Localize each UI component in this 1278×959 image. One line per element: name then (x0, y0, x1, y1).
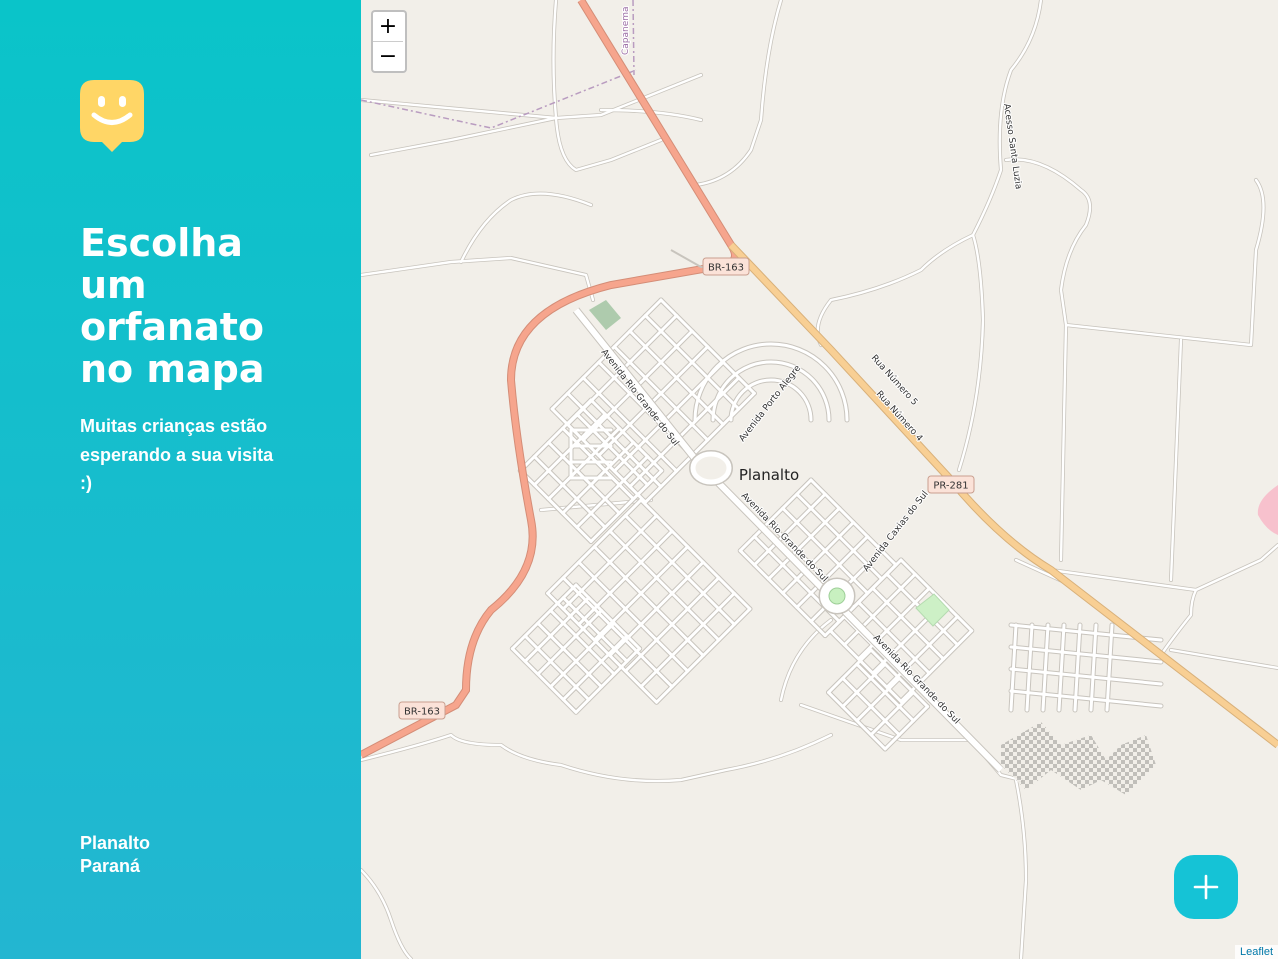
road-shield: BR-163 (398, 701, 446, 720)
svg-text:BR-163: BR-163 (708, 263, 744, 274)
state-name: Paraná (80, 856, 141, 876)
primary-road (728, 242, 1278, 748)
road-shield: BR-163 (702, 257, 750, 276)
svg-text:PR-281: PR-281 (933, 481, 968, 492)
street-label: Acesso Santa Luzia (1001, 103, 1023, 190)
street-segment (1009, 667, 1163, 686)
town-label: Planalto (739, 466, 799, 484)
svg-text:BR-163: BR-163 (404, 707, 440, 718)
zoom-control: + − (371, 10, 407, 73)
page-subtitle: Muitas crianças estão esperando a sua vi… (80, 412, 290, 498)
street-segment (639, 498, 752, 611)
boundary-line (361, 69, 637, 129)
minor-roads (361, 0, 1278, 959)
subtitle-line: :) (80, 473, 92, 493)
boundary-label: Capanema (621, 6, 631, 55)
city-name: Planalto (80, 833, 151, 853)
location-info: Planalto Paraná (80, 832, 150, 878)
street-segment (623, 514, 736, 626)
street-label: Avenida Rio Grande do Sul (871, 633, 961, 726)
zoom-in-button[interactable]: + (373, 12, 403, 42)
title-line: Escolha (80, 221, 243, 265)
attribution-link[interactable]: Leaflet (1234, 945, 1278, 959)
street-segment (608, 529, 721, 642)
add-orphanage-button[interactable] (1174, 855, 1238, 919)
street-segment (1009, 645, 1163, 664)
sidebar: Escolha um orfanato no mapa Muitas crian… (0, 0, 361, 959)
park-area (589, 300, 621, 330)
subtitle-line: esperando a sua visita (80, 444, 274, 465)
roundabout (690, 451, 732, 485)
plus-icon (1193, 874, 1219, 900)
page-title: Escolha um orfanato no mapa (80, 222, 310, 390)
zoom-out-button[interactable]: − (373, 42, 403, 71)
happy-map-marker-icon (80, 80, 144, 152)
title-line: no mapa (80, 347, 265, 391)
map[interactable]: BR-163 BR-163 PR-281 Planalto Avenida Ri… (361, 0, 1278, 959)
street-label: Avenida Caxias do Sul (861, 489, 930, 574)
street-segment (592, 545, 705, 658)
subtitle-line: Muitas crianças estão (80, 416, 268, 436)
roundabout-green (828, 587, 846, 605)
map-tiles[interactable]: BR-163 BR-163 PR-281 Planalto Avenida Ri… (361, 0, 1278, 959)
map-landuse-area (1257, 485, 1278, 535)
minor-roads-casing (361, 0, 1278, 959)
hatched-area (1001, 722, 1156, 795)
title-line: orfanato (80, 305, 264, 349)
street-segment (1009, 689, 1163, 708)
boundary-line (632, 0, 635, 76)
title-line: um (80, 263, 147, 307)
road-shield: PR-281 (927, 475, 975, 494)
primary-road-casing (728, 242, 1278, 749)
